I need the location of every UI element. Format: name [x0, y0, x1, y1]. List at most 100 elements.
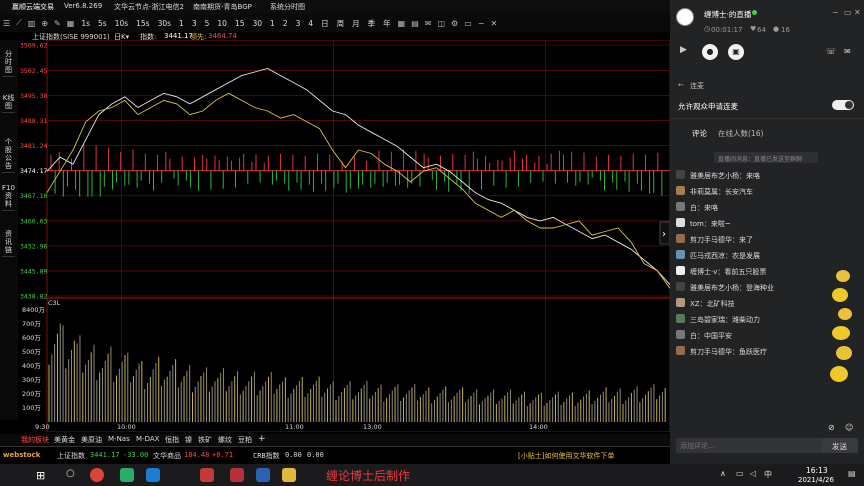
windows-start-icon[interactable]: ⊞	[36, 469, 45, 482]
screen-share-button[interactable]: ▣	[728, 44, 744, 60]
wechat-icon[interactable]	[120, 468, 134, 482]
ime-indicator[interactable]: 中	[764, 469, 772, 480]
webstock-logo: webstock	[3, 451, 41, 459]
call-icon[interactable]: ☏	[826, 47, 836, 56]
interval-2h[interactable]: 2	[283, 19, 288, 28]
chrome-icon[interactable]	[90, 468, 104, 482]
toolbar: ☰ ⟋ ▥ ⊕ ✎ ▦ 1s 5s 10s 15s 30s 1 3 5 10 1…	[0, 14, 670, 32]
host-avatar	[676, 8, 694, 26]
interval-1m[interactable]: 1	[179, 19, 184, 28]
tab-m-nas[interactable]: M-Nas	[108, 435, 130, 443]
menu-icon[interactable]: ☰	[3, 19, 10, 28]
tab-comments[interactable]: 评论	[692, 128, 707, 139]
avatar	[676, 298, 685, 307]
interval-15s[interactable]: 15s	[136, 19, 149, 28]
live-duration: 00:01:17	[711, 26, 743, 34]
interval-month[interactable]: 月	[352, 18, 360, 29]
interval-quarter[interactable]: 季	[368, 18, 376, 29]
interval-5m[interactable]: 5	[205, 19, 210, 28]
interval-10m[interactable]: 10	[217, 19, 227, 28]
allow-mic-toggle[interactable]	[832, 100, 854, 110]
interval-30m[interactable]: 30	[252, 19, 262, 28]
tab-us-gold[interactable]: 美黄金	[54, 435, 75, 445]
maximize-panel-icon[interactable]: ▭	[844, 8, 852, 17]
app-blue-icon[interactable]	[256, 468, 270, 482]
time-icon: ◷	[704, 25, 711, 33]
interval-3h[interactable]: 3	[296, 19, 301, 28]
tip-link[interactable]: [小贴士]如何使用文华软件下单	[518, 451, 614, 461]
zoom-icon[interactable]: ⊕	[41, 19, 48, 28]
interval-10s[interactable]: 10s	[115, 19, 128, 28]
price-tick-label: 3495.38	[20, 92, 47, 100]
price-tick-label: 3445.89	[20, 267, 47, 275]
tab-us-crude[interactable]: 美原油	[81, 435, 102, 445]
send-button[interactable]: 发送	[822, 438, 858, 453]
tab-online[interactable]: 在线人数(16)	[718, 128, 763, 139]
interval-4h[interactable]: 4	[308, 19, 313, 28]
settings-icon[interactable]: ⚙	[451, 19, 458, 28]
interval-5s[interactable]: 5s	[98, 19, 107, 28]
price-tick-label: 3467.10	[20, 192, 47, 200]
tab-my-sectors[interactable]: 我的板块	[21, 435, 49, 445]
split-icon[interactable]: ◫	[437, 19, 445, 28]
tray-chevron-icon[interactable]: ∧	[720, 469, 726, 478]
mic-button[interactable]: ●	[702, 44, 718, 60]
interval-week[interactable]: 周	[337, 18, 345, 29]
volume-tick-label: 700万	[22, 320, 41, 328]
tab-iron-ore[interactable]: 铁矿	[198, 435, 212, 445]
close-icon[interactable]: ✕	[490, 19, 497, 28]
interval-3m[interactable]: 3	[192, 19, 197, 28]
avatar	[676, 330, 685, 339]
interval-1s[interactable]: 1s	[81, 19, 90, 28]
camera-button[interactable]: ▶	[680, 45, 694, 59]
add-tab-button[interactable]: +	[258, 434, 266, 444]
list-item: 白：来咯	[676, 200, 836, 215]
live-dot-icon	[752, 10, 757, 15]
interval-year[interactable]: 年	[383, 18, 391, 29]
app-folder-icon[interactable]	[282, 468, 296, 482]
app-wenhua-icon[interactable]	[230, 468, 244, 482]
close-panel-icon[interactable]: ✕	[854, 8, 861, 17]
expand-panel-button[interactable]: ›	[659, 221, 670, 245]
clock-time: 16:13	[806, 466, 828, 475]
tab-soymeal[interactable]: 豆粕	[238, 435, 252, 445]
line-chart-icon[interactable]: ⟋	[16, 18, 22, 28]
taskbar-search-icon[interactable]: ○	[66, 468, 75, 479]
window-icon[interactable]: ▭	[464, 19, 472, 28]
comment-input[interactable]	[676, 438, 824, 453]
chat-icon[interactable]: ✉	[844, 47, 851, 56]
network-icon[interactable]: ▭	[736, 469, 744, 478]
volume-label: C3L	[48, 299, 61, 307]
volume-icon[interactable]: ◁	[750, 469, 756, 478]
back-icon[interactable]: ←	[678, 81, 684, 89]
bottom-tab-bar: 我的板块 美黄金 美原油 M-Nas M-DAX 恒指 镍 铁矿 螺纹 豆粕 +	[0, 434, 670, 446]
mute-icon[interactable]: ⊘	[828, 423, 835, 432]
list-item: 缠博士·v：看前五只股票	[676, 264, 836, 279]
mail-icon[interactable]: ✉	[425, 19, 432, 28]
status-index-change: -33.00	[123, 451, 149, 459]
list-item: XZ：北矿科技	[676, 296, 836, 311]
interval-1h[interactable]: 1	[270, 19, 275, 28]
app-red-icon[interactable]	[200, 468, 214, 482]
draw-icon[interactable]: ✎	[54, 19, 61, 28]
grid-icon[interactable]: ▦	[398, 19, 406, 28]
tab-hang-seng[interactable]: 恒指	[165, 435, 179, 445]
tab-rebar[interactable]: 螺纹	[218, 435, 232, 445]
status-bar: webstock 上证指数 3441.17 -33.00 文华商品 184.48…	[0, 446, 670, 465]
interval-15m[interactable]: 15	[235, 19, 245, 28]
tab-nickel[interactable]: 镍	[185, 435, 192, 445]
app-q-icon[interactable]	[146, 468, 160, 482]
avatar	[676, 202, 685, 211]
notification-icon[interactable]: ▤	[848, 469, 856, 478]
interval-day[interactable]: 日	[321, 18, 329, 29]
layout-icon[interactable]: ▤	[411, 19, 419, 28]
tab-m-dax[interactable]: M-DAX	[136, 435, 159, 443]
interval-30s[interactable]: 30s	[158, 19, 171, 28]
minimize-icon[interactable]: −	[478, 19, 485, 28]
calc-icon[interactable]: ▦	[67, 19, 75, 28]
minimize-panel-icon[interactable]: −	[832, 8, 839, 17]
emoji-icon[interactable]: ☺	[845, 423, 853, 432]
watermark-text: 缠论博士后制作	[326, 469, 411, 483]
candle-icon[interactable]: ▥	[28, 19, 36, 28]
intraday-chart[interactable]: 3509.62 3502.45 3495.38 3488.31 3481.24 3474.…	[0, 40, 670, 432]
